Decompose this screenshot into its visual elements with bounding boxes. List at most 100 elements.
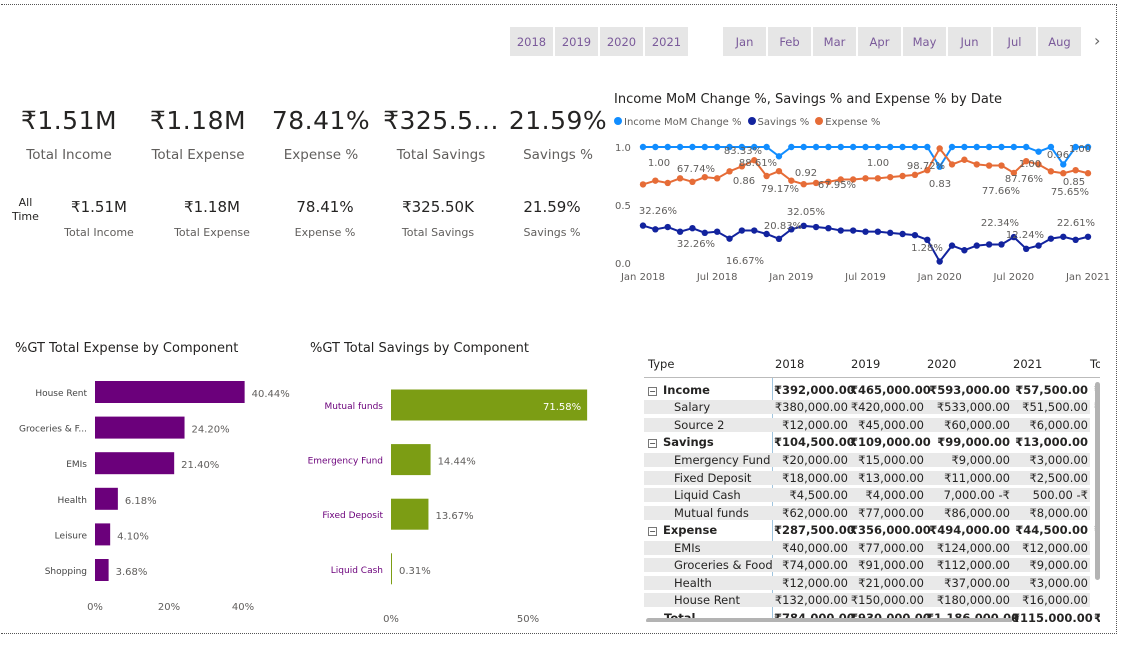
line-point[interactable] <box>961 143 968 151</box>
line-point[interactable] <box>936 145 943 152</box>
line-point[interactable] <box>763 143 770 151</box>
line-point[interactable] <box>689 225 696 232</box>
line-point[interactable] <box>973 143 980 151</box>
line-point[interactable] <box>874 175 882 182</box>
collapse-icon[interactable]: − <box>648 439 657 449</box>
month-slicer-item[interactable]: Aug <box>1038 27 1081 56</box>
matrix-row[interactable]: EMIs ₹40,000.00 ₹77,000.00 ₹124,000.00 ₹12,0… <box>644 539 1100 557</box>
line-point[interactable] <box>985 162 993 169</box>
matrix-row[interactable]: Mutual funds ₹62,000.00 ₹77,000.00 ₹86,000.… <box>644 504 1100 522</box>
line-point[interactable] <box>1084 170 1092 177</box>
line-point[interactable] <box>676 228 684 235</box>
matrix-row[interactable]: House Rent ₹132,000.00 ₹150,000.00 ₹180,000… <box>644 592 1100 610</box>
line-point[interactable] <box>1060 170 1067 177</box>
line-point[interactable] <box>887 173 894 181</box>
line-point[interactable] <box>726 168 733 175</box>
matrix-vertical-scrollbar[interactable] <box>1095 382 1100 580</box>
line-point[interactable] <box>911 171 919 179</box>
line-point[interactable] <box>899 143 906 151</box>
collapse-icon[interactable]: − <box>648 527 657 537</box>
line-point[interactable] <box>652 143 659 151</box>
line-point[interactable] <box>825 143 832 151</box>
line-point[interactable] <box>664 179 671 187</box>
year-slicer-item[interactable]: 2018 <box>510 27 553 56</box>
expense-bar[interactable] <box>95 523 111 546</box>
savings-bar[interactable] <box>391 444 431 476</box>
year-slicer-item[interactable]: 2020 <box>600 27 643 56</box>
expense-bar[interactable] <box>95 381 245 403</box>
month-slicer-item[interactable]: Mar <box>813 27 856 56</box>
line-point[interactable] <box>1072 167 1079 174</box>
line-point[interactable] <box>862 175 869 182</box>
month-slicer-item[interactable]: Apr <box>858 27 901 56</box>
line-point[interactable] <box>1035 148 1042 155</box>
line-point[interactable] <box>849 143 857 151</box>
line-point[interactable] <box>1022 143 1030 151</box>
line-point[interactable] <box>713 228 721 235</box>
matrix-group-row[interactable]: − Income ₹392,000.00 ₹465,000.00 ₹593,000.00… <box>644 381 1100 399</box>
line-point[interactable] <box>985 143 993 151</box>
matrix-column-header[interactable]: 2020 <box>927 357 956 371</box>
line-point[interactable] <box>874 228 882 235</box>
month-slicer-item[interactable]: Feb <box>768 27 811 56</box>
line-point[interactable] <box>652 226 659 233</box>
chevron-right-icon[interactable]: › <box>1094 31 1100 50</box>
line-point[interactable] <box>887 143 894 151</box>
month-slicer-item[interactable]: Jan <box>723 27 766 56</box>
line-point[interactable] <box>837 227 844 234</box>
matrix-column-header[interactable]: 2018 <box>775 357 804 371</box>
matrix-column-header[interactable]: 2021 <box>1013 357 1042 371</box>
line-point[interactable] <box>998 143 1005 151</box>
line-point[interactable] <box>862 228 869 235</box>
matrix-row[interactable]: Groceries & Food ₹74,000.00 ₹91,000.00 ₹112… <box>644 557 1100 575</box>
line-point[interactable] <box>998 162 1005 169</box>
line-point[interactable] <box>713 143 721 151</box>
year-slicer-item[interactable]: 2021 <box>645 27 688 56</box>
line-point[interactable] <box>911 231 919 239</box>
matrix-group-row[interactable]: − Expense ₹287,500.00 ₹356,000.00 ₹494,000.0… <box>644 521 1100 539</box>
line-point[interactable] <box>689 143 696 151</box>
line-point[interactable] <box>1084 233 1092 240</box>
year-slicer-item[interactable]: 2019 <box>555 27 598 56</box>
collapse-icon[interactable]: − <box>648 386 657 396</box>
savings-bar[interactable] <box>391 553 392 585</box>
line-point[interactable] <box>936 258 943 265</box>
line-point[interactable] <box>1047 235 1055 242</box>
line-point[interactable] <box>1072 236 1079 243</box>
line-point[interactable] <box>985 241 993 248</box>
line-point[interactable] <box>726 235 733 242</box>
line-point[interactable] <box>812 143 820 151</box>
savings-bar[interactable] <box>391 498 429 530</box>
matrix-row[interactable]: Source 2 ₹12,000.00 ₹45,000.00 ₹60,000.00 ₹6… <box>644 416 1100 434</box>
line-point[interactable] <box>849 227 857 234</box>
line-point[interactable] <box>701 143 709 151</box>
line-point[interactable] <box>911 143 919 151</box>
line-point[interactable] <box>788 143 795 151</box>
matrix-row[interactable]: Liquid Cash ₹4,500.00 ₹4,000.00 7,000.00 -₹… <box>644 486 1100 504</box>
line-point[interactable] <box>899 230 906 238</box>
matrix-column-header[interactable]: To <box>1090 357 1100 371</box>
matrix-group-row[interactable]: − Savings ₹104,500.00 ₹109,000.00 ₹99,000.00… <box>644 434 1100 452</box>
line-point[interactable] <box>775 235 783 243</box>
line-point[interactable] <box>676 143 684 151</box>
line-point[interactable] <box>948 242 956 249</box>
line-point[interactable] <box>800 143 807 151</box>
matrix-horizontal-scrollbar[interactable] <box>646 618 1012 622</box>
matrix-column-header[interactable]: 2019 <box>851 357 880 371</box>
line-point[interactable] <box>639 181 647 188</box>
matrix-row[interactable]: Emergency Fund ₹20,000.00 ₹15,000.00 ₹9,000… <box>644 451 1100 469</box>
line-point[interactable] <box>713 175 721 182</box>
matrix-row[interactable]: Fixed Deposit ₹18,000.00 ₹13,000.00 ₹11,000… <box>644 469 1100 487</box>
line-point[interactable] <box>887 229 894 237</box>
line-point[interactable] <box>1010 143 1018 151</box>
legend-expense[interactable]: Expense % <box>815 117 880 128</box>
line-point[interactable] <box>689 178 696 185</box>
line-point[interactable] <box>639 143 647 151</box>
line-point[interactable] <box>837 143 844 151</box>
line-point[interactable] <box>676 175 684 182</box>
line-point[interactable] <box>961 247 968 254</box>
line-point[interactable] <box>1060 233 1067 240</box>
expense-bar[interactable] <box>95 559 109 581</box>
line-point[interactable] <box>1060 161 1067 168</box>
matrix-column-header[interactable]: Type <box>648 357 674 371</box>
